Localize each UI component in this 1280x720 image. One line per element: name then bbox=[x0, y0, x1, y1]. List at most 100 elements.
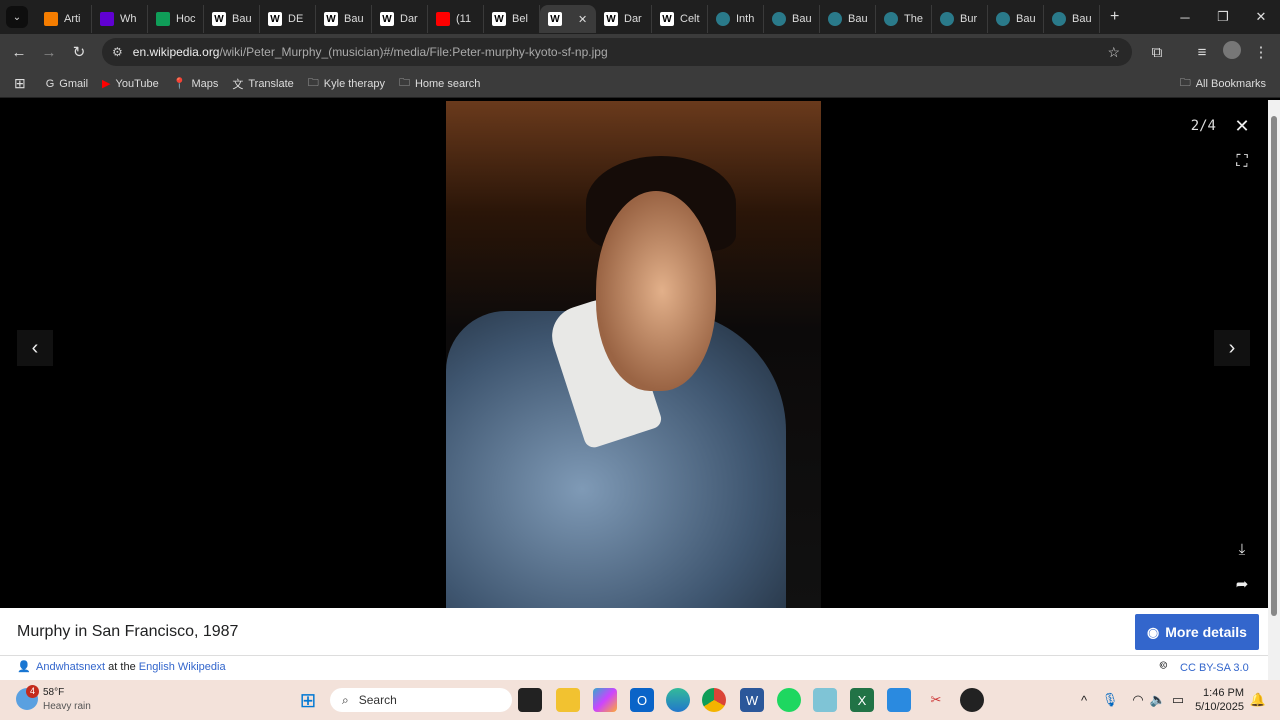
weather-condition: Heavy rain bbox=[43, 701, 91, 712]
new-tab-button[interactable]: + bbox=[1110, 8, 1119, 26]
license-link[interactable]: CC BY-SA 3.0 bbox=[1180, 662, 1249, 674]
battery-icon[interactable]: ▭ bbox=[1166, 688, 1190, 712]
next-image-button[interactable]: › bbox=[1214, 330, 1250, 366]
file-explorer-icon[interactable] bbox=[556, 688, 580, 712]
microphone-icon[interactable]: 🎙 bbox=[1098, 688, 1122, 712]
tab[interactable]: The bbox=[876, 5, 932, 33]
google-icon: G bbox=[45, 77, 55, 90]
clock-time[interactable]: 1:46 PM bbox=[1200, 687, 1244, 699]
reload-button[interactable]: ↻ bbox=[64, 43, 94, 61]
spotify-icon[interactable] bbox=[777, 688, 801, 712]
tab[interactable]: W Dar bbox=[596, 5, 652, 33]
tab-title: Celt bbox=[680, 13, 700, 25]
fullscreen-button[interactable]: ⛶ bbox=[1230, 150, 1254, 174]
wikimedia-icon bbox=[716, 12, 730, 26]
word-icon[interactable]: W bbox=[740, 688, 764, 712]
tab[interactable]: W DE bbox=[260, 5, 316, 33]
bookmark-item[interactable]: G Gmail bbox=[46, 74, 88, 93]
address-bar[interactable]: ⚙ en.wikipedia.org/wiki/Peter_Murphy_(mu… bbox=[102, 38, 1132, 66]
snipping-tool-icon[interactable]: ✂ bbox=[924, 688, 948, 712]
notifications-icon[interactable]: 🔔 bbox=[1246, 688, 1270, 712]
tab-title: (11 bbox=[456, 13, 472, 25]
tab[interactable]: Hoc bbox=[148, 5, 204, 33]
tab[interactable]: Bur bbox=[932, 5, 988, 33]
menu-icon[interactable]: ⋮ bbox=[1246, 43, 1276, 61]
wikipedia-icon: W bbox=[212, 12, 226, 26]
minimize-button[interactable]: ─ bbox=[1166, 0, 1204, 34]
tab[interactable]: Bau bbox=[1044, 5, 1100, 33]
back-button[interactable]: ← bbox=[4, 44, 34, 61]
tab[interactable]: Bau bbox=[988, 5, 1044, 33]
bookmark-item[interactable]: 🗀 Home search bbox=[399, 74, 480, 93]
close-viewer-button[interactable]: ✕ bbox=[1230, 114, 1254, 138]
bookmark-star-icon[interactable]: ☆ bbox=[1107, 44, 1120, 61]
blogger-icon bbox=[44, 12, 58, 26]
tab[interactable]: (11 bbox=[428, 5, 484, 33]
forward-button[interactable]: → bbox=[34, 44, 64, 61]
previous-image-button[interactable]: ‹ bbox=[17, 330, 53, 366]
tab[interactable]: W Dar bbox=[372, 5, 428, 33]
tab[interactable]: Inth bbox=[708, 5, 764, 33]
attribution-bar: 👤 Andwhatsnext at the English Wikipedia … bbox=[0, 656, 1268, 680]
tab[interactable]: Arti bbox=[36, 5, 92, 33]
tab-search-button[interactable]: ⌄ bbox=[6, 6, 28, 28]
tab-title: Bau bbox=[232, 13, 252, 25]
close-window-button[interactable]: ✕ bbox=[1242, 0, 1280, 34]
bookmark-item[interactable]: ▶ YouTube bbox=[102, 74, 159, 93]
chrome-icon[interactable] bbox=[702, 688, 726, 712]
download-button[interactable]: ⤓ bbox=[1230, 537, 1254, 561]
more-details-button[interactable]: ◉ More details bbox=[1135, 614, 1259, 650]
close-tab-icon[interactable]: ✕ bbox=[578, 13, 587, 26]
tab-title: Wh bbox=[120, 13, 137, 25]
author-link[interactable]: Andwhatsnext bbox=[36, 661, 105, 673]
tab-title: The bbox=[904, 13, 923, 25]
bookmark-item[interactable]: 📍 Maps bbox=[173, 74, 219, 93]
tab[interactable]: W Bel bbox=[484, 5, 540, 33]
tab[interactable]: W Bau bbox=[316, 5, 372, 33]
extensions-icon[interactable]: ⧉ bbox=[1142, 44, 1172, 61]
site-info-icon[interactable]: ⚙ bbox=[112, 45, 123, 59]
tab-title: Bau bbox=[1072, 13, 1092, 25]
wikimedia-icon bbox=[940, 12, 954, 26]
scrollbar[interactable] bbox=[1268, 100, 1280, 680]
outlook-icon[interactable]: O bbox=[630, 688, 654, 712]
tab[interactable]: W Bau bbox=[204, 5, 260, 33]
apps-grid-icon[interactable]: ⊞ bbox=[14, 75, 26, 92]
media-controls-icon[interactable]: ≡ bbox=[1187, 44, 1217, 61]
edge-icon[interactable] bbox=[666, 688, 690, 712]
tab[interactable]: W ✕ bbox=[540, 5, 596, 33]
translate-icon: 文 bbox=[232, 78, 244, 91]
tab[interactable]: Wh bbox=[92, 5, 148, 33]
excel-icon[interactable]: X bbox=[850, 688, 874, 712]
bookmark-item[interactable]: 文 Translate bbox=[232, 74, 293, 93]
bookmark-item[interactable]: 🗀 Kyle therapy bbox=[308, 74, 385, 93]
clock-date[interactable]: 5/10/2025 bbox=[1190, 701, 1244, 713]
tab-title: Arti bbox=[64, 13, 81, 25]
tab[interactable]: Bau bbox=[764, 5, 820, 33]
folder-icon: 🗀 bbox=[1179, 77, 1191, 89]
toolbar: ← → ↻ ⚙ en.wikipedia.org/wiki/Peter_Murp… bbox=[0, 34, 1280, 70]
taskbar-search[interactable]: ⌕ Search bbox=[330, 688, 512, 712]
source-link[interactable]: English Wikipedia bbox=[139, 661, 226, 673]
profile-avatar[interactable] bbox=[1217, 41, 1247, 63]
folder-icon: 🗀 bbox=[398, 77, 410, 89]
tab[interactable]: Bau bbox=[820, 5, 876, 33]
start-button[interactable]: ⊞ bbox=[296, 688, 320, 712]
task-view-icon[interactable] bbox=[518, 688, 542, 712]
notepad-icon[interactable] bbox=[813, 688, 837, 712]
all-bookmarks-button[interactable]: 🗀 All Bookmarks bbox=[1180, 74, 1266, 93]
tab-title: DE bbox=[288, 13, 304, 25]
photos-icon[interactable] bbox=[887, 688, 911, 712]
image-caption: Murphy in San Francisco, 1987 bbox=[17, 623, 239, 640]
tab-title: Inth bbox=[736, 13, 755, 25]
obs-icon[interactable] bbox=[960, 688, 984, 712]
tab-title: Dar bbox=[624, 13, 642, 25]
restore-button[interactable]: ❐ bbox=[1204, 0, 1242, 34]
show-hidden-icons[interactable]: ^ bbox=[1072, 688, 1096, 712]
tab[interactable]: W Celt bbox=[652, 5, 708, 33]
share-button[interactable]: ➦ bbox=[1230, 572, 1254, 596]
taskbar: 4 58°F Heavy rain ⊞ ⌕ Search O W X ✂ ^ 🎙 … bbox=[0, 680, 1280, 720]
image-counter: 2/4 bbox=[1190, 118, 1216, 134]
folder-icon: 🗀 bbox=[307, 77, 319, 89]
copilot-icon[interactable] bbox=[593, 688, 617, 712]
